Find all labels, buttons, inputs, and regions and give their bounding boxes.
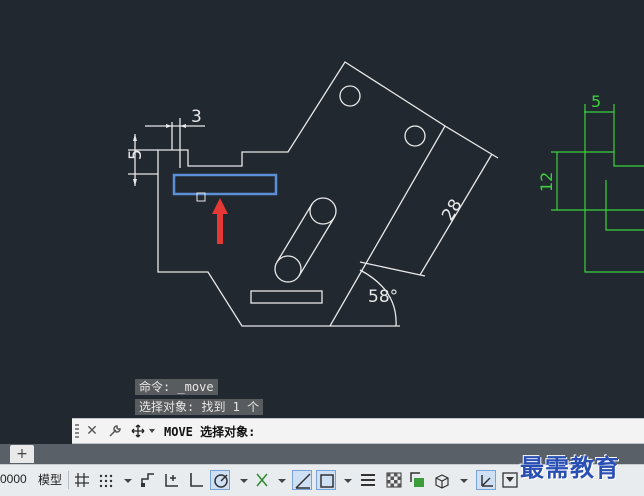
watermark-logo: 最需教育 bbox=[520, 453, 620, 482]
transparency-icon[interactable] bbox=[384, 470, 404, 490]
dim-ext-28-b bbox=[359, 261, 426, 277]
drawing-canvas[interactable]: 3 5 28 58° 5 12 命令: _move 选择对象: 找到 1 个 bbox=[0, 0, 644, 418]
arrowhead bbox=[133, 134, 137, 141]
green-dim-text-5: 5 bbox=[591, 92, 601, 111]
arrowhead bbox=[180, 124, 186, 128]
drag-grip-icon[interactable] bbox=[75, 424, 79, 438]
coordinates-readout: 0000 bbox=[0, 472, 27, 486]
divider bbox=[68, 471, 69, 489]
hole-circle-right[interactable] bbox=[404, 125, 426, 147]
dim-text-angle: 58° bbox=[368, 287, 398, 307]
ortho-icon[interactable] bbox=[186, 470, 206, 490]
3d-osnap-icon[interactable] bbox=[432, 470, 452, 490]
dim-ext-28-a bbox=[444, 125, 499, 159]
object-snap-icon[interactable] bbox=[316, 470, 336, 490]
command-line[interactable]: ✕ MOVE 选择对象: bbox=[72, 418, 644, 444]
selection-filter-icon[interactable] bbox=[500, 470, 520, 490]
chevron-down-icon[interactable] bbox=[234, 470, 248, 490]
green-dim-text-12: 12 bbox=[537, 172, 556, 192]
arrowhead bbox=[166, 124, 172, 128]
close-icon[interactable]: ✕ bbox=[84, 422, 100, 440]
dynamic-ucs-icon[interactable] bbox=[476, 470, 496, 490]
history-line: 命令: _move bbox=[135, 379, 218, 395]
dynamic-input-icon[interactable] bbox=[162, 470, 182, 490]
grid-icon[interactable] bbox=[72, 470, 92, 490]
dim-text-28: 28 bbox=[438, 196, 466, 225]
chevron-down-icon[interactable] bbox=[118, 470, 132, 490]
selected-rectangle[interactable] bbox=[172, 173, 278, 196]
chevron-down-icon[interactable] bbox=[272, 470, 286, 490]
object-snap-tracking-icon[interactable] bbox=[292, 470, 312, 490]
selection-cycling-icon[interactable] bbox=[408, 470, 428, 490]
slot-line-left bbox=[276, 203, 313, 263]
arrowhead bbox=[133, 179, 137, 186]
command-input[interactable]: MOVE 选择对象: bbox=[164, 423, 255, 441]
hole-circle-top[interactable] bbox=[339, 85, 361, 107]
infer-constraints-icon[interactable] bbox=[138, 470, 158, 490]
drawing-svg[interactable]: 3 5 28 58° 5 12 bbox=[0, 0, 644, 418]
small-rectangle[interactable] bbox=[250, 290, 323, 304]
model-space-button[interactable]: 模型 bbox=[38, 471, 62, 488]
add-layout-tab[interactable]: + bbox=[10, 445, 34, 463]
chevron-down-icon[interactable] bbox=[338, 470, 352, 490]
move-dropdown-icon[interactable] bbox=[130, 422, 160, 440]
lineweight-icon[interactable] bbox=[358, 470, 378, 490]
chevron-down-icon[interactable] bbox=[454, 470, 468, 490]
slot-line-right bbox=[298, 217, 335, 277]
history-line: 选择对象: 找到 1 个 bbox=[135, 399, 264, 415]
green-partial-outline[interactable] bbox=[584, 151, 644, 273]
red-arrow-up bbox=[212, 198, 228, 244]
wrench-icon[interactable] bbox=[106, 422, 124, 440]
isodraft-icon[interactable] bbox=[252, 470, 272, 490]
dim-text-3: 3 bbox=[191, 107, 202, 127]
snap-icon[interactable] bbox=[96, 470, 116, 490]
dim-text-5: 5 bbox=[126, 149, 146, 160]
polar-tracking-icon[interactable] bbox=[210, 470, 230, 490]
